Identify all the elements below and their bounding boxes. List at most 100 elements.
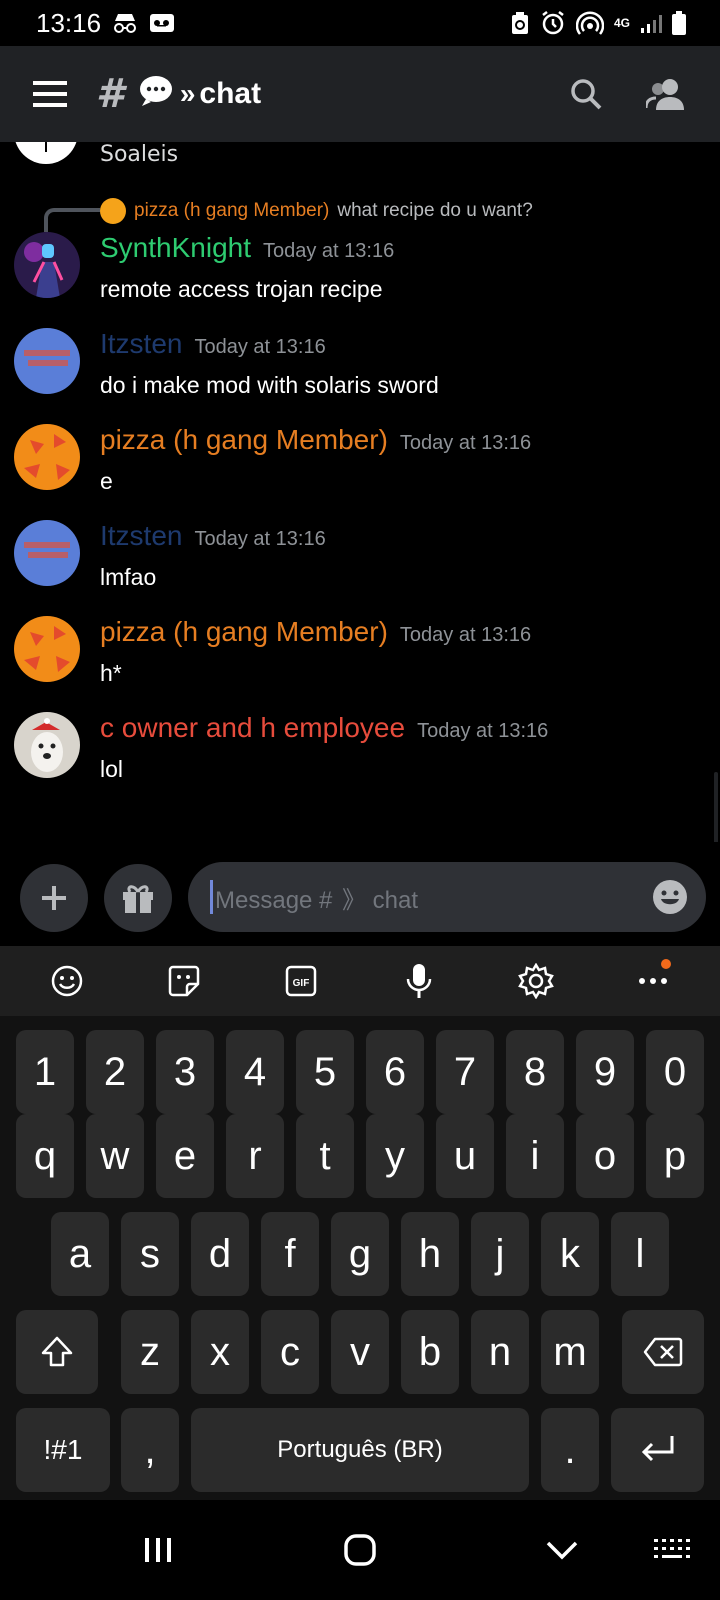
key-3[interactable]: 3 — [156, 1030, 214, 1114]
key-a[interactable]: a — [51, 1212, 109, 1296]
avatar[interactable] — [14, 712, 80, 778]
message-author[interactable]: SynthKnight — [100, 232, 251, 264]
members-icon[interactable] — [636, 64, 696, 124]
message-author[interactable]: c owner and h employee — [100, 712, 405, 744]
key-2[interactable]: 2 — [86, 1030, 144, 1114]
menu-icon[interactable] — [30, 74, 70, 114]
message-item[interactable]: pizza (h gang Member) Today at 13:16 h* — [0, 616, 720, 712]
backspace-key[interactable] — [622, 1310, 704, 1394]
key-j[interactable]: j — [471, 1212, 529, 1296]
emoji-picker-icon[interactable] — [648, 875, 692, 919]
key-x[interactable]: x — [191, 1310, 249, 1394]
message-input[interactable]: Message # 》 chat — [188, 862, 706, 932]
voicemail-icon — [149, 12, 175, 34]
keyboard: 1 2 3 4 5 6 7 8 9 0 q w e r t y u i o p … — [0, 1016, 720, 1500]
key-p[interactable]: p — [646, 1114, 704, 1198]
message-list[interactable]: Soaleis pizza (h gang Member) what recip… — [0, 142, 720, 842]
gift-button[interactable] — [104, 864, 172, 932]
key-t[interactable]: t — [296, 1114, 354, 1198]
settings-gear-icon[interactable] — [508, 953, 564, 1009]
avatar[interactable] — [14, 520, 80, 586]
key-0[interactable]: 0 — [646, 1030, 704, 1114]
message-item[interactable]: pizza (h gang Member) Today at 13:16 e — [0, 424, 720, 520]
period-key[interactable]: . — [541, 1408, 599, 1492]
message-item[interactable]: SynthKnight Today at 13:16 remote access… — [0, 232, 720, 328]
message-item[interactable]: Itzsten Today at 13:16 do i make mod wit… — [0, 328, 720, 424]
avatar[interactable] — [14, 232, 80, 298]
symbols-key[interactable]: !#1 — [16, 1408, 110, 1492]
message-author[interactable]: pizza (h gang Member) — [100, 424, 388, 456]
battery-icon — [672, 11, 686, 35]
recycle-icon — [510, 11, 530, 35]
message-author[interactable]: Itzsten — [100, 328, 182, 360]
keyboard-switch-icon[interactable] — [642, 1522, 702, 1578]
key-r[interactable]: r — [226, 1114, 284, 1198]
microphone-icon[interactable] — [391, 953, 447, 1009]
reply-author[interactable]: pizza (h gang Member) — [134, 200, 329, 222]
add-attachment-button[interactable] — [20, 864, 88, 932]
message-item[interactable]: Itzsten Today at 13:16 lmfao — [0, 520, 720, 616]
message-author[interactable]: pizza (h gang Member) — [100, 616, 388, 648]
more-options-icon[interactable] — [625, 953, 681, 1009]
hide-keyboard-icon[interactable] — [532, 1522, 592, 1578]
key-6[interactable]: 6 — [366, 1030, 424, 1114]
scrollbar[interactable] — [714, 772, 718, 842]
avatar[interactable] — [14, 142, 78, 164]
key-z[interactable]: z — [121, 1310, 179, 1394]
speech-bubble-icon — [138, 73, 176, 115]
key-9[interactable]: 9 — [576, 1030, 634, 1114]
key-v[interactable]: v — [331, 1310, 389, 1394]
shift-key[interactable] — [16, 1310, 98, 1394]
spacebar-key[interactable]: Português (BR) — [191, 1408, 529, 1492]
key-c[interactable]: c — [261, 1310, 319, 1394]
key-f[interactable]: f — [261, 1212, 319, 1296]
navigation-bar — [0, 1500, 720, 1600]
key-7[interactable]: 7 — [436, 1030, 494, 1114]
reply-preview[interactable]: pizza (h gang Member) what recipe do u w… — [100, 198, 533, 224]
emoji-icon[interactable] — [39, 953, 95, 1009]
key-k[interactable]: k — [541, 1212, 599, 1296]
enter-key[interactable] — [611, 1408, 704, 1492]
message-timestamp: Today at 13:16 — [194, 528, 326, 550]
home-icon[interactable] — [330, 1522, 390, 1578]
signal-icon — [640, 12, 662, 34]
shift-arrow-icon — [41, 1336, 73, 1367]
key-i[interactable]: i — [506, 1114, 564, 1198]
key-5[interactable]: 5 — [296, 1030, 354, 1114]
avatar[interactable] — [14, 328, 80, 394]
key-y[interactable]: y — [366, 1114, 424, 1198]
key-m[interactable]: m — [541, 1310, 599, 1394]
key-8[interactable]: 8 — [506, 1030, 564, 1114]
message-text: remote access trojan recipe — [100, 276, 383, 302]
message-text: lol — [100, 756, 124, 782]
key-g[interactable]: g — [331, 1212, 389, 1296]
svg-text:GIF: GIF — [293, 978, 310, 989]
comma-key[interactable]: , — [121, 1408, 179, 1492]
key-d[interactable]: d — [191, 1212, 249, 1296]
text-cursor — [210, 880, 213, 914]
recent-apps-icon[interactable] — [128, 1522, 188, 1578]
key-e[interactable]: e — [156, 1114, 214, 1198]
avatar[interactable] — [14, 424, 80, 490]
search-icon[interactable] — [556, 64, 616, 124]
key-n[interactable]: n — [471, 1310, 529, 1394]
key-b[interactable]: b — [401, 1310, 459, 1394]
enter-arrow-icon — [641, 1436, 673, 1462]
key-1[interactable]: 1 — [16, 1030, 74, 1114]
key-s[interactable]: s — [121, 1212, 179, 1296]
gif-icon[interactable]: GIF — [273, 953, 329, 1009]
key-h[interactable]: h — [401, 1212, 459, 1296]
key-4[interactable]: 4 — [226, 1030, 284, 1114]
key-l[interactable]: l — [611, 1212, 669, 1296]
key-o[interactable]: o — [576, 1114, 634, 1198]
channel-title: » chat — [138, 73, 261, 115]
notification-dot — [661, 959, 672, 969]
avatar[interactable] — [14, 616, 80, 682]
message-item[interactable]: c owner and h employee Today at 13:16 lo… — [0, 712, 720, 808]
message-author[interactable]: Itzsten — [100, 520, 182, 552]
message-timestamp: Today at 13:16 — [417, 720, 549, 742]
key-q[interactable]: q — [16, 1114, 74, 1198]
key-u[interactable]: u — [436, 1114, 494, 1198]
key-w[interactable]: w — [86, 1114, 144, 1198]
sticker-icon[interactable] — [156, 953, 212, 1009]
